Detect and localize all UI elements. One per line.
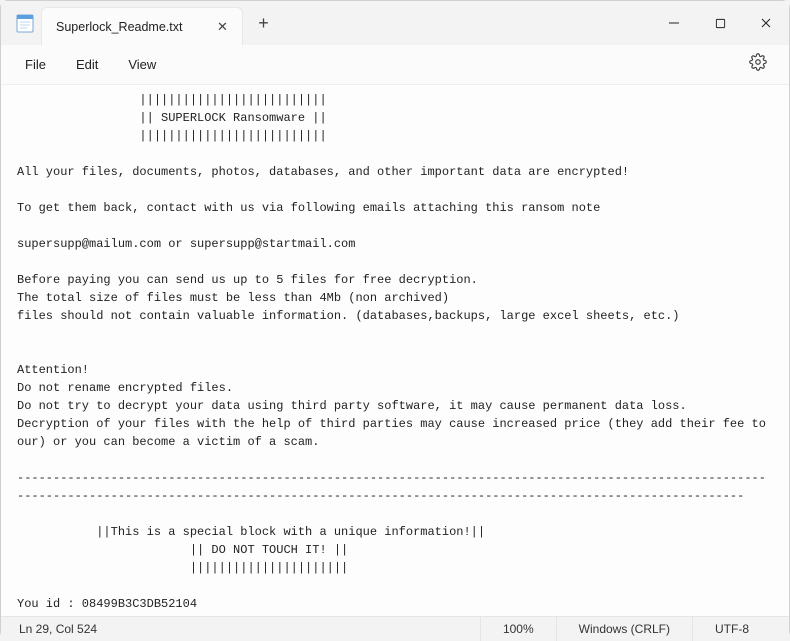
menubar: File Edit View: [1, 45, 789, 85]
notepad-icon: [1, 1, 41, 45]
maximize-button[interactable]: [697, 1, 743, 45]
text-editor-content[interactable]: |||||||||||||||||||||||||| || SUPERLOCK …: [1, 85, 789, 616]
status-encoding[interactable]: UTF-8: [692, 617, 771, 641]
tab-title: Superlock_Readme.txt: [56, 20, 182, 34]
titlebar-spacer: [283, 1, 651, 45]
menu-edit[interactable]: Edit: [64, 51, 110, 78]
tab-close-icon[interactable]: ✕: [212, 19, 232, 35]
status-position: Ln 29, Col 524: [19, 622, 480, 636]
titlebar: Superlock_Readme.txt ✕ +: [1, 1, 789, 45]
status-right-group: 100% Windows (CRLF) UTF-8: [480, 617, 771, 641]
minimize-button[interactable]: [651, 1, 697, 45]
tab-active[interactable]: Superlock_Readme.txt ✕: [41, 7, 243, 45]
status-zoom[interactable]: 100%: [480, 617, 556, 641]
menu-file[interactable]: File: [13, 51, 58, 78]
gear-icon[interactable]: [739, 47, 777, 82]
new-tab-button[interactable]: +: [243, 1, 283, 45]
status-line-ending[interactable]: Windows (CRLF): [556, 617, 692, 641]
menu-view[interactable]: View: [116, 51, 168, 78]
close-button[interactable]: [743, 1, 789, 45]
statusbar: Ln 29, Col 524 100% Windows (CRLF) UTF-8: [1, 616, 789, 640]
window-controls: [651, 1, 789, 45]
